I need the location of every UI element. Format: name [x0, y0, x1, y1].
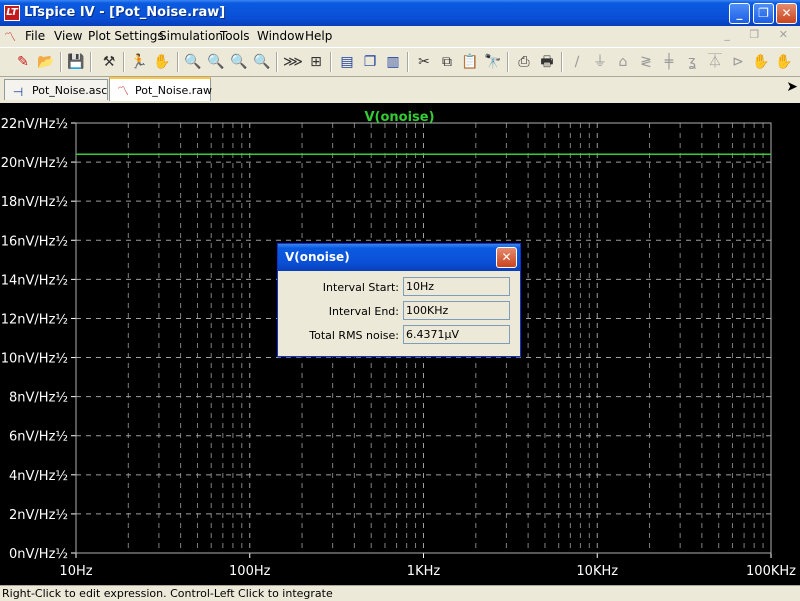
diode-icon[interactable]: ⏄: [705, 52, 725, 72]
y-tick-label: 10nV/Hz½: [1, 352, 68, 367]
toolbar-separator: [407, 52, 409, 72]
mdi-window-controls[interactable]: _ ❐ ✕: [724, 28, 796, 41]
add-trace-icon[interactable]: ⊞: [306, 52, 326, 72]
toolbar-separator: [123, 52, 125, 72]
toolbar-separator: [507, 52, 509, 72]
cascade-icon[interactable]: ❐: [360, 52, 380, 72]
minimize-button[interactable]: _: [729, 3, 750, 24]
close-button[interactable]: ✕: [776, 3, 797, 24]
document-tabs: ⊣ Pot_Noise.asc 〽 Pot_Noise.raw: [0, 77, 800, 101]
tab-label: Pot_Noise.asc: [32, 84, 108, 97]
resistor-icon[interactable]: ≷: [636, 52, 656, 72]
x-tick-label: 1KHz: [407, 564, 441, 579]
toolbar-separator: [90, 52, 92, 72]
new-schematic-icon[interactable]: ✎: [13, 52, 33, 72]
total-rms-noise-field[interactable]: 6.4371µV: [403, 325, 510, 344]
tab-label: Pot_Noise.raw: [135, 84, 213, 97]
dialog-title-bar[interactable]: V(onoise) ✕: [278, 244, 520, 271]
control-panel-icon[interactable]: ⚒: [99, 52, 119, 72]
y-tick-label: 20nV/Hz½: [1, 156, 68, 171]
find-icon[interactable]: 🔭: [483, 52, 503, 72]
restore-button[interactable]: ❐: [753, 3, 774, 24]
inductor-icon[interactable]: ʓ: [682, 52, 702, 72]
toolbar-separator: [561, 52, 563, 72]
interval-start-field[interactable]: 10Hz: [403, 277, 510, 296]
y-tick-label: 4nV/Hz½: [9, 469, 68, 484]
capacitor-icon[interactable]: ╪: [659, 52, 679, 72]
move-icon[interactable]: ✋: [751, 52, 771, 72]
ltspice-app-icon[interactable]: LT: [4, 5, 20, 21]
halt-icon[interactable]: ✋: [152, 52, 172, 72]
print-icon[interactable]: 🖶: [537, 52, 557, 72]
y-tick-label: 22nV/Hz½: [1, 117, 68, 132]
paste-icon[interactable]: 📋: [460, 52, 480, 72]
menu-window[interactable]: Window: [257, 29, 304, 43]
window-title: LTspice IV - [Pot_Noise.raw]: [24, 5, 226, 20]
tile-horizontal-icon[interactable]: ▤: [337, 52, 357, 72]
menu-view[interactable]: View: [54, 29, 82, 43]
menu-plot-settings[interactable]: Plot Settings: [88, 29, 164, 43]
zoom-fit-icon[interactable]: 🔍: [229, 52, 249, 72]
drag-icon[interactable]: ✋: [774, 52, 794, 72]
draw-wire-icon[interactable]: ∕: [567, 52, 587, 72]
x-tick-label: 100Hz: [229, 564, 271, 579]
y-tick-label: 14nV/Hz½: [1, 273, 68, 288]
menu-tools[interactable]: Tools: [220, 29, 250, 43]
tile-vertical-icon[interactable]: ▥: [383, 52, 403, 72]
interval-end-field[interactable]: 100KHz: [403, 301, 510, 320]
menu-file[interactable]: File: [25, 29, 45, 43]
toolbar-separator: [60, 52, 62, 72]
toolbar-separator: [276, 52, 278, 72]
y-tick-label: 8nV/Hz½: [9, 391, 68, 406]
schematic-icon: ⊣: [12, 85, 24, 99]
total-rms-noise-label: Total RMS noise:: [309, 329, 399, 342]
run-icon[interactable]: 🏃: [129, 52, 149, 72]
print-setup-icon[interactable]: ⎙: [514, 52, 534, 72]
waveform-icon: 〽: [116, 84, 129, 98]
menu-help[interactable]: Help: [305, 29, 332, 43]
status-text: Right-Click to edit expression. Control-…: [2, 587, 333, 600]
y-tick-label: 0nV/Hz½: [9, 547, 68, 562]
toolbar-separator: [177, 52, 179, 72]
y-tick-label: 12nV/Hz½: [1, 312, 68, 327]
document-waveform-icon[interactable]: 〽: [4, 28, 20, 44]
menu-bar: 〽 File View Plot Settings Simulation Too…: [0, 26, 800, 46]
x-tick-label: 10Hz: [59, 564, 92, 579]
menu-simulation[interactable]: Simulation: [159, 29, 223, 43]
cut-icon[interactable]: ✂: [414, 52, 434, 72]
zoom-out-icon[interactable]: 🔍: [206, 52, 226, 72]
interval-end-label: Interval End:: [328, 305, 399, 318]
y-tick-label: 18nV/Hz½: [1, 195, 68, 210]
toolbar: ✎ 📂 💾 ⚒ 🏃 ✋ 🔍 🔍 🔍 🔍 ⋙ ⊞ ▤ ❐ ▥ ✂ ⧉ 📋 🔭 ⎙ …: [0, 47, 800, 77]
dialog-close-button[interactable]: ✕: [496, 247, 517, 268]
dialog-title: V(onoise): [285, 250, 350, 264]
copy-icon[interactable]: ⧉: [437, 52, 457, 72]
save-icon[interactable]: 💾: [66, 52, 86, 72]
x-tick-label: 10KHz: [576, 564, 618, 579]
zoom-in-icon[interactable]: 🔍: [183, 52, 203, 72]
title-bar: LT LTspice IV - [Pot_Noise.raw] _ ❐ ✕: [0, 0, 800, 26]
y-tick-label: 16nV/Hz½: [1, 234, 68, 249]
tab-pot-noise-asc[interactable]: ⊣ Pot_Noise.asc: [4, 79, 108, 100]
open-icon[interactable]: 📂: [36, 52, 56, 72]
label-net-icon[interactable]: ⌂: [613, 52, 633, 72]
component-icon[interactable]: ⊳: [728, 52, 748, 72]
mouse-cursor-icon: ➤: [786, 79, 798, 95]
x-tick-label: 100KHz: [746, 564, 796, 579]
zoom-cancel-icon[interactable]: 🔍: [252, 52, 272, 72]
autorange-icon[interactable]: ⋙: [283, 52, 303, 72]
trace-label[interactable]: V(onoise): [364, 110, 434, 125]
interval-start-label: Interval Start:: [322, 281, 399, 294]
noise-integration-dialog: V(onoise) ✕ Interval Start: 10Hz Interva…: [277, 243, 521, 357]
tab-pot-noise-raw[interactable]: 〽 Pot_Noise.raw: [109, 77, 213, 101]
status-bar: Right-Click to edit expression. Control-…: [0, 585, 800, 601]
y-tick-label: 2nV/Hz½: [9, 508, 68, 523]
y-tick-label: 6nV/Hz½: [9, 430, 68, 445]
toolbar-separator: [330, 52, 332, 72]
ground-icon[interactable]: ⏚: [590, 52, 610, 72]
